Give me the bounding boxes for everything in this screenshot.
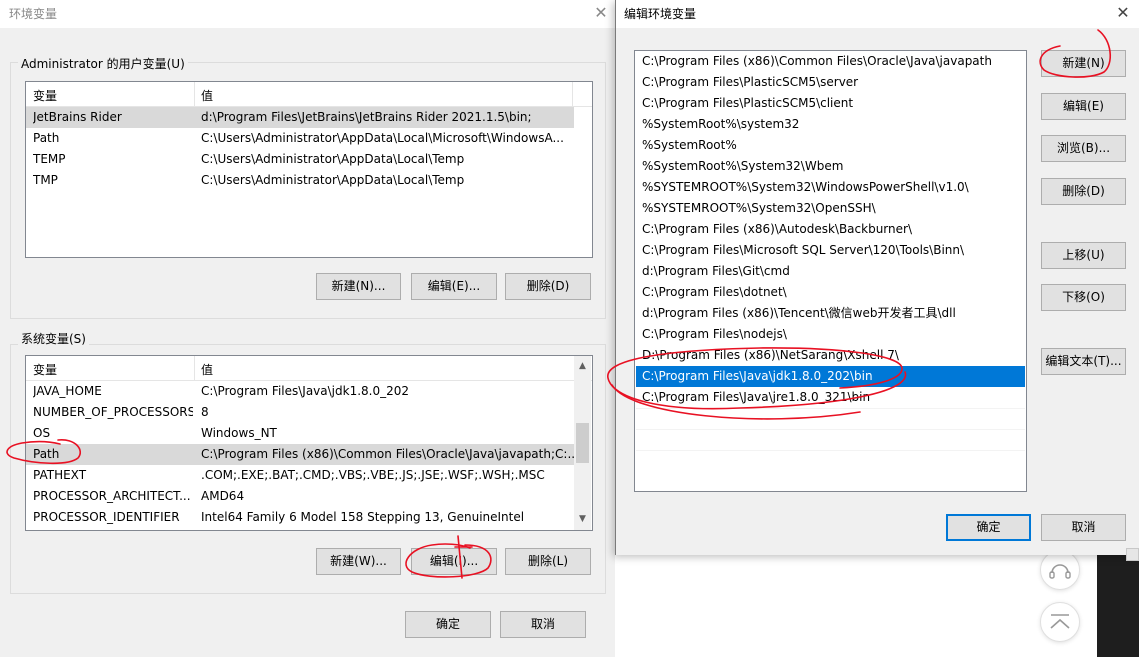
path-move-down-button[interactable]: 下移(O)	[1041, 284, 1126, 311]
empty-list-row[interactable]	[636, 450, 1025, 472]
var-name: OS	[33, 426, 51, 440]
list-item[interactable]: C:\Program Files\Microsoft SQL Server\12…	[636, 240, 1025, 261]
list-item[interactable]: %SystemRoot%	[636, 135, 1025, 156]
env-cancel-button[interactable]: 取消	[500, 611, 586, 638]
system-edit-button[interactable]: 编辑(I)...	[411, 548, 497, 575]
system-variables-list[interactable]: 变量 值 JAVA_HOME C:\Program Files\Java\jdk…	[25, 355, 593, 531]
environment-variables-window: 环境变量 ✕ Administrator 的用户变量(U) 变量 值 JetBr…	[0, 0, 615, 657]
var-value: C:\Users\Administrator\AppData\Local\Mic…	[201, 131, 564, 145]
list-item-selected[interactable]: C:\Program Files\Java\jdk1.8.0_202\bin	[636, 366, 1025, 387]
user-delete-button[interactable]: 删除(D)	[505, 273, 591, 300]
table-row[interactable]: TMP C:\Users\Administrator\AppData\Local…	[26, 170, 574, 191]
table-row[interactable]: PATHEXT .COM;.EXE;.BAT;.CMD;.VBS;.VBE;.J…	[26, 465, 574, 486]
var-value: Windows_NT	[201, 426, 277, 440]
edit-dialog-close-icon[interactable]: ✕	[1113, 3, 1133, 23]
user-variables-header: 变量 值	[26, 82, 592, 107]
system-list-scrollbar[interactable]: ▲ ▼	[574, 356, 591, 530]
path-move-up-button[interactable]: 上移(U)	[1041, 242, 1126, 269]
user-variables-title: Administrator 的用户变量(U)	[18, 55, 188, 72]
list-item[interactable]: C:\Program Files\nodejs\	[636, 324, 1025, 345]
path-edit-text-button[interactable]: 编辑文本(T)...	[1041, 348, 1126, 375]
var-value: C:\Program Files (x86)\Common Files\Orac…	[201, 447, 579, 461]
scrollbar-thumb[interactable]	[576, 423, 589, 463]
edit-dialog-title: 编辑环境变量	[624, 7, 697, 21]
table-row[interactable]: NUMBER_OF_PROCESSORS 8	[26, 402, 574, 423]
background-dark-panel	[1097, 555, 1139, 657]
system-variables-title: 系统变量(S)	[18, 330, 89, 347]
column-header-variable[interactable]: 变量	[33, 87, 57, 104]
list-item[interactable]: d:\Program Files (x86)\Tencent\微信web开发者工…	[636, 303, 1025, 324]
edit-dialog-titlebar: 编辑环境变量 ✕	[616, 0, 1139, 28]
var-name: PROCESSOR_ARCHITECT...	[33, 489, 191, 503]
var-value: Intel64 Family 6 Model 158 Stepping 13, …	[201, 510, 525, 524]
list-item[interactable]: %SystemRoot%\System32\Wbem	[636, 156, 1025, 177]
page-scroll-corner	[1126, 548, 1139, 561]
column-header-variable[interactable]: 变量	[33, 361, 57, 378]
table-row[interactable]: TEMP C:\Users\Administrator\AppData\Loca…	[26, 149, 574, 170]
scroll-up-arrow-icon[interactable]: ▲	[574, 358, 591, 375]
table-row[interactable]: OS Windows_NT	[26, 423, 574, 444]
list-item[interactable]: %SystemRoot%\system32	[636, 114, 1025, 135]
table-row[interactable]: Path C:\Users\Administrator\AppData\Loca…	[26, 128, 574, 149]
env-ok-button[interactable]: 确定	[405, 611, 491, 638]
var-name: NUMBER_OF_PROCESSORS	[33, 405, 193, 419]
list-item[interactable]: C:\Program Files (x86)\Common Files\Orac…	[636, 51, 1025, 72]
table-row[interactable]: JetBrains Rider d:\Program Files\JetBrai…	[26, 107, 574, 128]
list-item[interactable]: d:\Program Files\Git\cmd	[636, 261, 1025, 282]
list-item[interactable]: %SYSTEMROOT%\System32\WindowsPowerShell\…	[636, 177, 1025, 198]
column-header-value[interactable]: 值	[201, 361, 213, 378]
var-value: C:\Users\Administrator\AppData\Local\Tem…	[201, 173, 465, 187]
table-row[interactable]: PROCESSOR_IDENTIFIER Intel64 Family 6 Mo…	[26, 507, 574, 528]
var-name: Path	[33, 447, 60, 461]
system-delete-button[interactable]: 删除(L)	[505, 548, 591, 575]
var-name: TMP	[33, 173, 58, 187]
list-item[interactable]: D:\Program Files (x86)\NetSarang\Xshell …	[636, 345, 1025, 366]
var-value: C:\Users\Administrator\AppData\Local\Tem…	[201, 152, 465, 166]
list-item[interactable]: C:\Program Files (x86)\Autodesk\Backburn…	[636, 219, 1025, 240]
var-value: AMD64	[201, 489, 245, 503]
var-name: PROCESSOR_IDENTIFIER	[33, 510, 180, 524]
table-row[interactable]: Path C:\Program Files (x86)\Common Files…	[26, 444, 579, 465]
env-window-close-icon[interactable]: ✕	[591, 3, 611, 23]
system-variables-header: 变量 值	[26, 356, 592, 381]
user-new-button[interactable]: 新建(N)...	[316, 273, 401, 300]
scroll-down-arrow-icon[interactable]: ▼	[574, 511, 591, 528]
column-header-value[interactable]: 值	[201, 87, 213, 104]
edit-environment-variable-dialog: 编辑环境变量 ✕ C:\Program Files (x86)\Common F…	[615, 0, 1139, 555]
var-name: Path	[33, 131, 60, 145]
table-row[interactable]: PROCESSOR_ARCHITECT... AMD64	[26, 486, 574, 507]
var-value: .COM;.EXE;.BAT;.CMD;.VBS;.VBE;.JS;.JSE;.…	[201, 468, 545, 482]
env-window-titlebar: 环境变量 ✕	[0, 0, 615, 28]
empty-list-row[interactable]	[636, 408, 1025, 430]
path-browse-button[interactable]: 浏览(B)...	[1041, 135, 1126, 162]
headset-icon[interactable]	[1040, 550, 1080, 590]
table-row[interactable]: JAVA_HOME C:\Program Files\Java\jdk1.8.0…	[26, 381, 574, 402]
env-window-title: 环境变量	[9, 7, 58, 21]
user-variables-list[interactable]: 变量 值 JetBrains Rider d:\Program Files\Je…	[25, 81, 593, 258]
path-new-button[interactable]: 新建(N)	[1041, 50, 1126, 77]
edit-dialog-cancel-button[interactable]: 取消	[1041, 514, 1126, 541]
list-item[interactable]: C:\Program Files\dotnet\	[636, 282, 1025, 303]
list-item[interactable]: %SYSTEMROOT%\System32\OpenSSH\	[636, 198, 1025, 219]
edit-dialog-ok-button[interactable]: 确定	[946, 514, 1031, 541]
list-item[interactable]: C:\Program Files\PlasticSCM5\client	[636, 93, 1025, 114]
var-name: JetBrains Rider	[33, 110, 122, 124]
path-delete-button[interactable]: 删除(D)	[1041, 178, 1126, 205]
var-name: JAVA_HOME	[33, 384, 102, 398]
var-value: d:\Program Files\JetBrains\JetBrains Rid…	[201, 110, 532, 124]
list-item[interactable]: C:\Program Files\Java\jre1.8.0_321\bin	[636, 387, 1025, 408]
var-value: 8	[201, 405, 209, 419]
empty-list-row[interactable]	[636, 429, 1025, 451]
path-edit-button[interactable]: 编辑(E)	[1041, 93, 1126, 120]
var-name: TEMP	[33, 152, 66, 166]
user-edit-button[interactable]: 编辑(E)...	[411, 273, 497, 300]
list-item[interactable]: C:\Program Files\PlasticSCM5\server	[636, 72, 1025, 93]
system-new-button[interactable]: 新建(W)...	[316, 548, 401, 575]
var-value: C:\Program Files\Java\jdk1.8.0_202	[201, 384, 410, 398]
back-to-top-icon[interactable]	[1040, 602, 1080, 642]
var-name: PATHEXT	[33, 468, 87, 482]
path-entries-list[interactable]: C:\Program Files (x86)\Common Files\Orac…	[634, 50, 1027, 492]
